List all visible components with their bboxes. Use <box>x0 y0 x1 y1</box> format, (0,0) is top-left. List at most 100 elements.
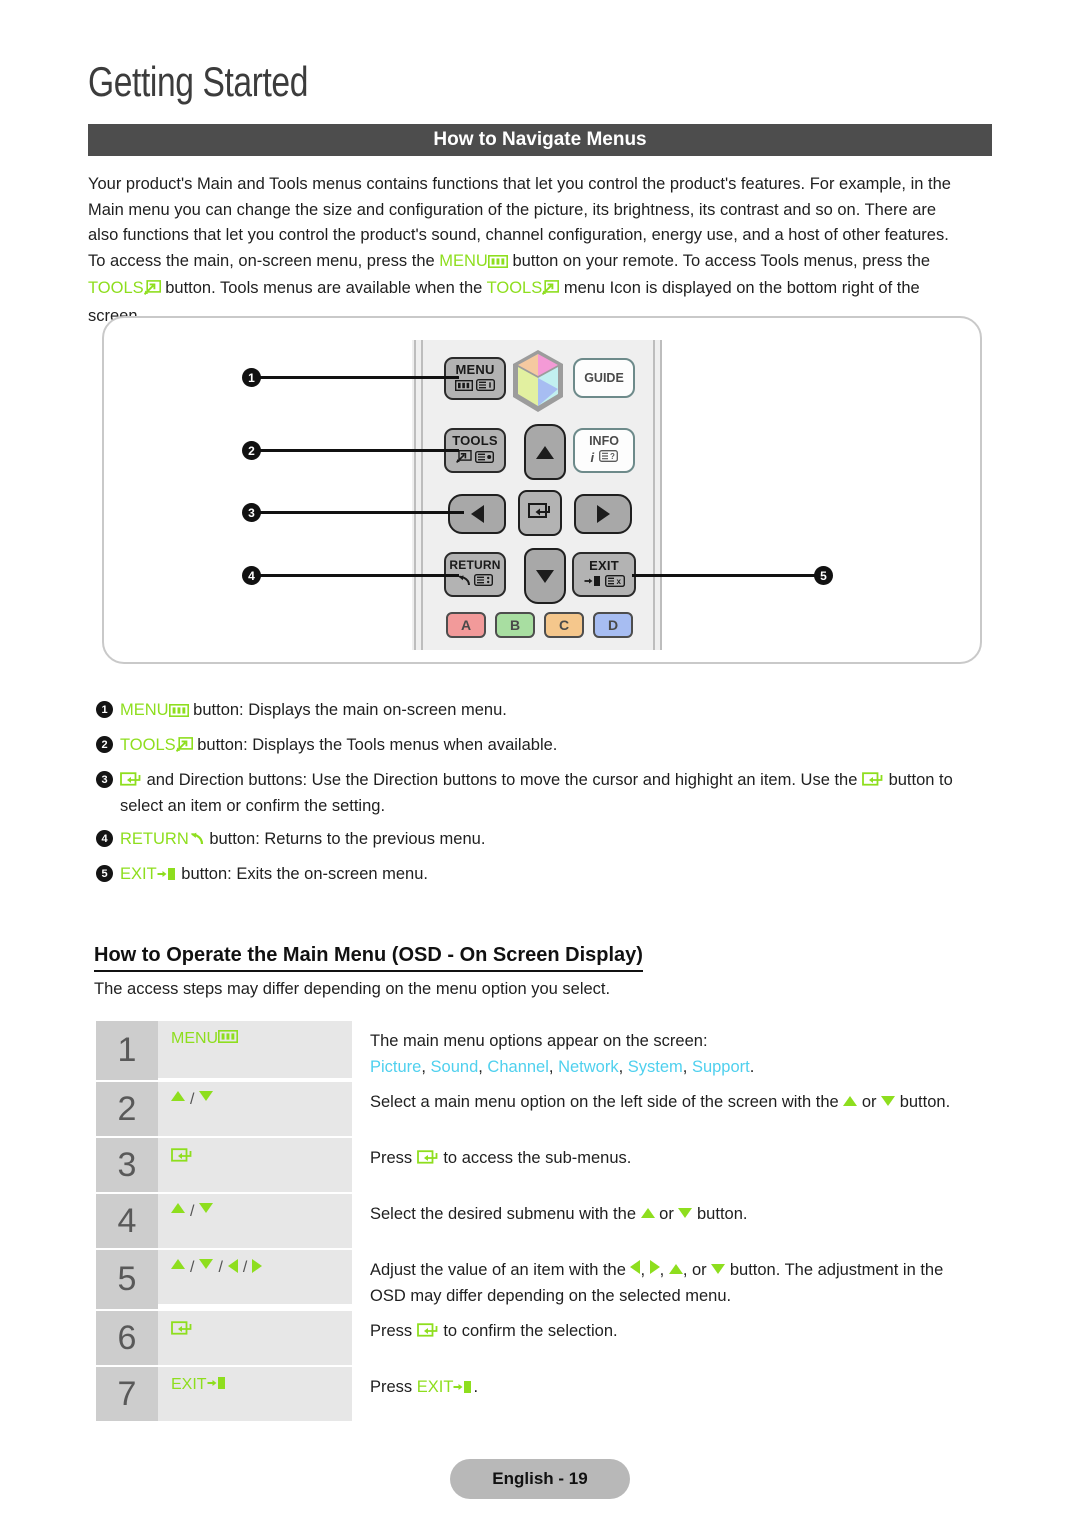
up-arrow-icon <box>640 1208 655 1218</box>
button-description-list: 1 MENU button: Displays the main on-scre… <box>96 698 996 897</box>
down-arrow-icon <box>711 1264 726 1274</box>
manual-page: Getting Started How to Navigate Menus Yo… <box>0 0 1080 1534</box>
bullet-text: RETURN button: Returns to the previous m… <box>120 827 996 853</box>
step-number: 5 <box>96 1250 158 1309</box>
up-arrow-icon <box>536 445 554 459</box>
color-button-d-label: D <box>607 617 619 633</box>
bullet-text: MENU button: Displays the main on-screen… <box>120 698 996 724</box>
step-number: 4 <box>96 1194 158 1248</box>
exit-list-icon: x <box>604 574 625 591</box>
page-footer-label: English - 19 <box>492 1469 588 1488</box>
step-key-cell: / / / <box>158 1250 352 1304</box>
bullet-text: and Direction buttons: Use the Direction… <box>120 770 953 815</box>
menu-bars-icon <box>168 700 189 724</box>
callout-leader-3 <box>259 511 464 514</box>
exit-door-icon <box>157 864 177 888</box>
page-footer: English - 19 <box>450 1459 630 1499</box>
step-key-cell: EXIT <box>158 1367 352 1421</box>
menu-key-label: MENU <box>439 251 488 270</box>
intro-line-3: also functions that let you control the … <box>88 226 949 244</box>
remote-left-button[interactable] <box>448 494 506 534</box>
down-arrow-icon <box>199 1091 214 1101</box>
remote-right-button[interactable] <box>574 494 632 534</box>
step-description: Press to confirm the selection. <box>352 1311 986 1365</box>
callout-leader-5 <box>632 574 818 577</box>
exit-door-icon <box>453 1376 473 1402</box>
info-i-icon: i <box>590 449 595 465</box>
tools-key-label-2: TOOLS <box>486 279 543 297</box>
color-button-b-label: B <box>509 617 521 633</box>
up-arrow-icon <box>171 1091 185 1101</box>
down-arrow-icon <box>881 1096 896 1106</box>
step-description: Press to access the sub-menus. <box>352 1138 986 1192</box>
remote-exit-button[interactable]: EXIT x <box>572 552 636 597</box>
callout-marker-1: 1 <box>242 368 261 387</box>
step-key-cell: / <box>158 1194 352 1248</box>
step-number: 2 <box>96 1082 158 1136</box>
intro-line-2: Main menu you can change the size and co… <box>88 200 937 219</box>
remote-guide-label: GUIDE <box>584 370 624 385</box>
remote-tools-label: TOOLS <box>452 433 498 448</box>
step-key-cell: / <box>158 1082 352 1136</box>
return-list-icon <box>473 573 494 590</box>
remote-enter-button[interactable] <box>518 490 562 536</box>
tools-key-label: TOOLS <box>120 736 176 754</box>
callout-marker-2: 2 <box>242 441 261 460</box>
section-header-label: How to Navigate Menus <box>433 129 647 150</box>
osd-section-subtitle: The access steps may differ depending on… <box>94 980 611 998</box>
menu-list-icon <box>475 378 496 395</box>
list-item: 1 MENU button: Displays the main on-scre… <box>96 698 996 724</box>
callout-marker-4: 4 <box>242 566 261 585</box>
remote-color-button-d[interactable]: D <box>593 612 633 638</box>
osd-section-heading: How to Operate the Main Menu (OSD - On S… <box>94 944 643 972</box>
callout-marker-5: 5 <box>814 566 833 585</box>
up-arrow-icon <box>171 1203 185 1213</box>
svg-text:x: x <box>616 577 621 586</box>
osd-steps-table: 1 MENU The main menu options appear on t… <box>96 1021 986 1423</box>
remote-color-button-b[interactable]: B <box>495 612 535 638</box>
step-description: Adjust the value of an item with the , ,… <box>352 1250 986 1309</box>
remote-guide-button[interactable]: GUIDE <box>573 358 635 398</box>
page-title: Getting Started <box>88 58 308 105</box>
enter-icon <box>528 502 552 525</box>
remote-color-button-c[interactable]: C <box>544 612 584 638</box>
step-description: Press EXIT. <box>352 1367 986 1421</box>
main-menu-options: Picture, Sound, Channel, Network, System… <box>370 1058 755 1076</box>
table-row: 1 MENU The main menu options appear on t… <box>96 1021 986 1080</box>
exit-key-label-inline: EXIT <box>416 1378 454 1396</box>
remote-info-button[interactable]: INFO i ? <box>573 428 635 473</box>
menu-bars-icon <box>487 251 508 277</box>
remote-color-button-a[interactable]: A <box>446 612 486 638</box>
step-description: Select the desired submenu with the or b… <box>370 1205 748 1223</box>
enter-icon <box>862 770 884 794</box>
tools-list-icon <box>474 450 495 467</box>
remote-edge-right-outer <box>660 340 662 650</box>
return-key-label: RETURN <box>120 830 189 848</box>
table-row: 2 / Select a main menu option on the lef… <box>96 1082 986 1136</box>
bullet-text: EXIT button: Exits the on-screen menu. <box>120 862 996 888</box>
enter-icon <box>416 1320 439 1346</box>
remote-down-button[interactable] <box>524 548 566 604</box>
brand-cube-icon <box>510 348 566 414</box>
enter-icon <box>171 1147 193 1168</box>
tools-arrow-icon <box>456 449 472 467</box>
remote-up-button[interactable] <box>524 424 566 480</box>
list-item: 5 EXIT button: Exits the on-screen menu. <box>96 862 996 888</box>
table-row: 6 Press to confirm the selection. <box>96 1311 986 1365</box>
intro-line-4: To access the main, on-screen menu, pres… <box>88 249 992 277</box>
step-description: Select a main menu option on the left si… <box>370 1093 951 1111</box>
up-arrow-icon <box>171 1259 185 1269</box>
step-desc-line-2: OSD may differ depending on the selected… <box>370 1287 732 1305</box>
intro-paragraph: Your product's Main and Tools menus cont… <box>88 172 992 329</box>
menu-key-label: MENU <box>120 701 169 719</box>
up-arrow-icon <box>668 1264 683 1274</box>
list-item: 4 RETURN button: Returns to the previous… <box>96 827 996 853</box>
tools-arrow-icon-2 <box>542 278 560 304</box>
table-row: 4 / Select the desired submenu with the … <box>96 1194 986 1248</box>
menu-bars-icon <box>218 1030 239 1048</box>
bullet-text: TOOLS button: Displays the Tools menus w… <box>120 733 996 759</box>
exit-key-label: EXIT <box>171 1376 207 1393</box>
color-button-a-label: A <box>460 617 472 633</box>
bullet-number: 4 <box>96 830 113 847</box>
step-desc-line: The main menu options appear on the scre… <box>370 1032 708 1050</box>
